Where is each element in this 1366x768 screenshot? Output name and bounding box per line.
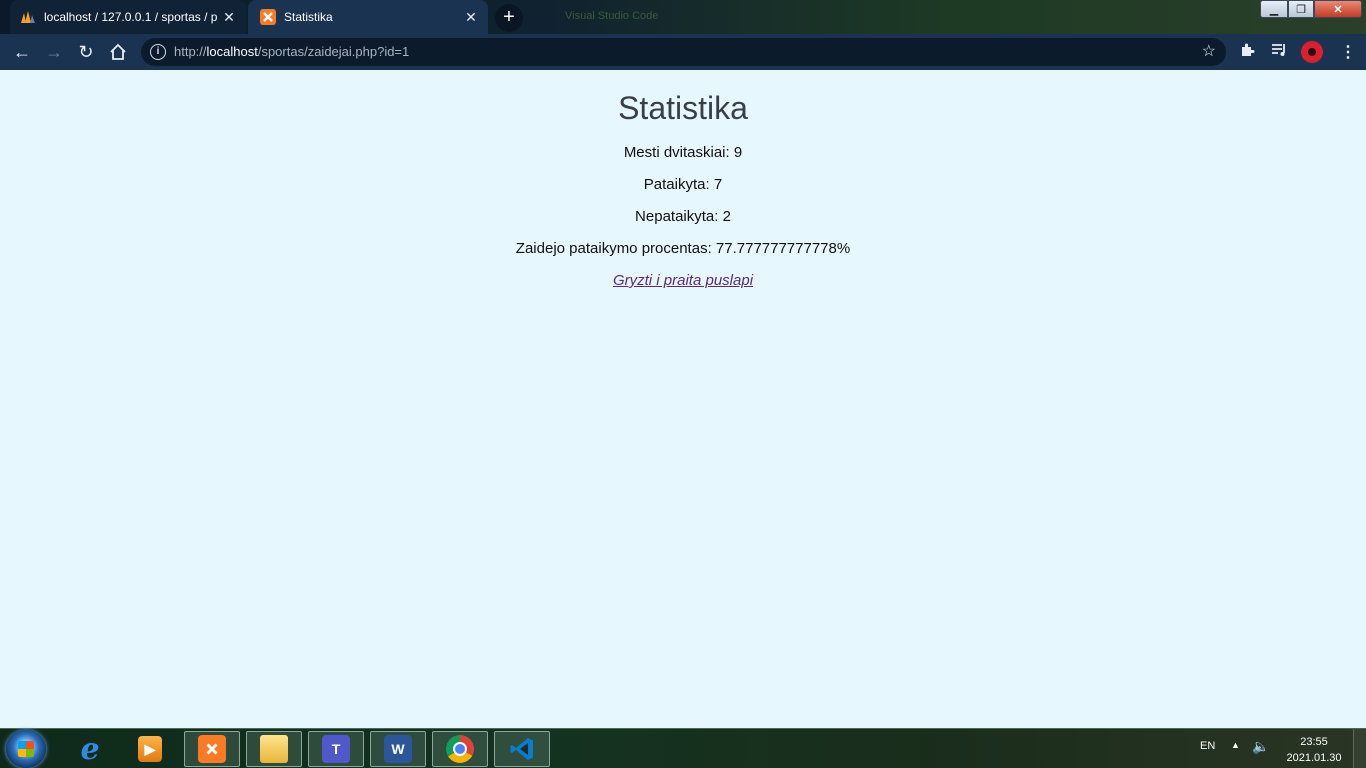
stat-made: Pataikyta: 7: [643, 176, 723, 193]
profile-avatar[interactable]: [1301, 41, 1323, 63]
xampp-icon: [260, 9, 276, 25]
vscode-icon[interactable]: [494, 731, 550, 767]
tray-expand-icon[interactable]: ▲: [1231, 740, 1240, 750]
language-indicator[interactable]: EN: [1200, 740, 1215, 752]
media-control-icon[interactable]: [1271, 42, 1288, 62]
internet-explorer-icon[interactable]: e: [62, 731, 118, 767]
volume-icon[interactable]: 🔈: [1252, 738, 1269, 755]
address-bar[interactable]: i http://localhost/sportas/zaidejai.php?…: [141, 38, 1226, 66]
browser-toolbar: ← → ↻ i http://localhost/sportas/zaideja…: [0, 34, 1366, 70]
tab-title: Statistika: [284, 10, 333, 24]
clock-date: 2021.01.30: [1286, 752, 1342, 764]
xampp-icon[interactable]: [184, 731, 240, 767]
url-text: http://localhost/sportas/zaidejai.php?id…: [174, 44, 410, 59]
close-tab-icon[interactable]: ✕: [220, 9, 238, 26]
close-tab-icon[interactable]: ✕: [462, 9, 480, 26]
tab-phpmyadmin[interactable]: localhost / 127.0.0.1 / sportas / p ✕: [10, 0, 246, 34]
window-controls: ▁ ❐ ✕: [1260, 0, 1362, 18]
extensions-icon[interactable]: [1239, 42, 1255, 62]
back-arrow-icon[interactable]: ←: [10, 40, 34, 64]
clock[interactable]: 23:55 2021.01.30: [1282, 734, 1346, 766]
menu-kebab-icon[interactable]: ⋮: [1340, 42, 1356, 62]
maximize-button[interactable]: ❐: [1288, 0, 1314, 18]
teams-icon[interactable]: T: [308, 731, 364, 767]
new-tab-button[interactable]: +: [495, 4, 523, 32]
home-icon[interactable]: [106, 40, 130, 64]
tab-statistika[interactable]: Statistika ✕: [248, 0, 488, 34]
reload-icon[interactable]: ↻: [74, 40, 98, 64]
show-desktop-button[interactable]: [1353, 729, 1366, 768]
minimize-button[interactable]: ▁: [1260, 0, 1288, 18]
stat-attempts: Mesti dvitaskiai: 9: [623, 144, 743, 161]
back-link[interactable]: Gryzti i praita puslapi: [613, 272, 753, 289]
media-player-icon[interactable]: ▶: [122, 731, 178, 767]
browser-titlebar: Visual Studio Code localhost / 127.0.0.1…: [0, 0, 1366, 34]
word-icon[interactable]: W: [370, 731, 426, 767]
clock-time: 23:55: [1300, 736, 1328, 748]
chrome-icon[interactable]: [432, 731, 488, 767]
site-info-icon[interactable]: i: [150, 44, 166, 60]
close-window-button[interactable]: ✕: [1314, 0, 1362, 18]
bookmark-star-icon[interactable]: ☆: [1202, 41, 1216, 61]
page-content: Statistika Mesti dvitaskiai: 9 Pataikyta…: [0, 70, 1366, 728]
forward-arrow-icon[interactable]: →: [42, 40, 66, 64]
phpmyadmin-icon: [20, 9, 36, 25]
tab-title: localhost / 127.0.0.1 / sportas / p: [44, 10, 218, 24]
file-explorer-icon[interactable]: [246, 731, 302, 767]
page-title: Statistika: [618, 90, 748, 126]
background-window-title: Visual Studio Code: [565, 10, 659, 22]
stat-missed: Nepataikyta: 2: [635, 208, 731, 225]
windows-taskbar: e ▶ T W EN ▲ 🔈 23:55 2021.01.30: [0, 728, 1366, 768]
start-button[interactable]: [6, 730, 46, 768]
stat-percentage: Zaidejo pataikymo procentas: 77.77777777…: [515, 240, 851, 257]
